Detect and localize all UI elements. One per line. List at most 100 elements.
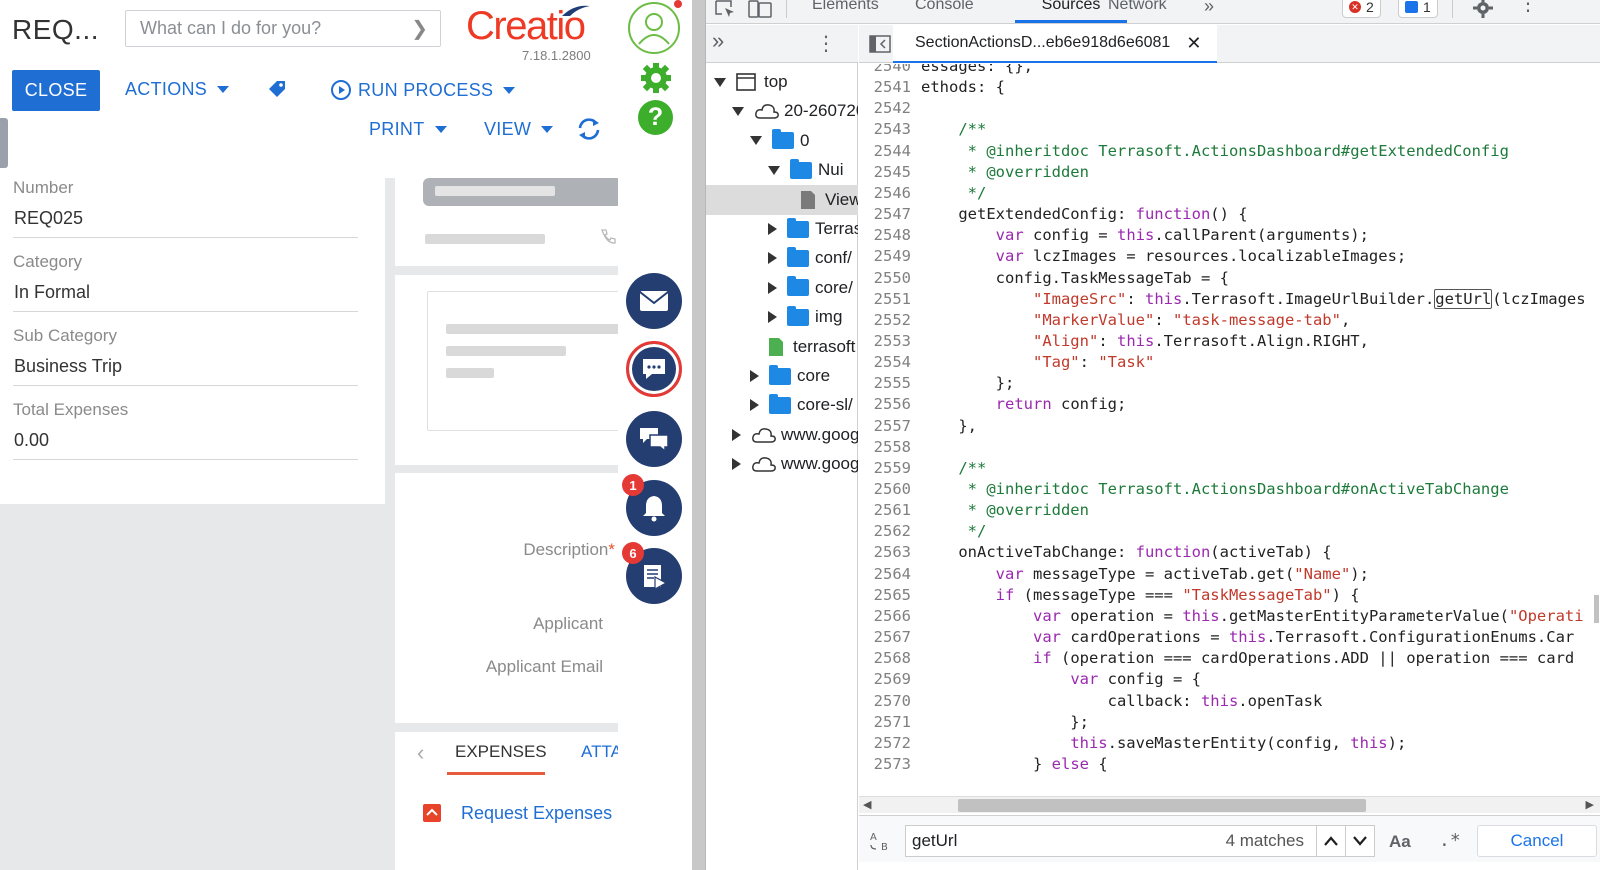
code-line[interactable]: 2540 essages: {}, — [859, 64, 1600, 77]
gear-icon[interactable] — [638, 60, 674, 101]
inspect-icon[interactable] — [714, 0, 736, 18]
line-number[interactable]: 2540 — [859, 64, 915, 77]
expanded-triangle-icon[interactable] — [750, 136, 762, 146]
code-line[interactable]: 2567 var cardOperations = this.Terrasoft… — [859, 627, 1600, 648]
feed-button[interactable]: 6 — [622, 542, 682, 604]
line-number[interactable]: 2566 — [859, 606, 915, 627]
message-count-badge[interactable]: 1 — [1398, 0, 1438, 18]
navigator-item[interactable]: 20-260720 — [706, 96, 858, 126]
code-line[interactable]: 2563 onActiveTabChange: function(activeT… — [859, 542, 1600, 563]
collapsed-triangle-icon[interactable] — [732, 428, 741, 441]
navigator-item[interactable]: core — [706, 361, 858, 391]
line-number[interactable]: 2561 — [859, 500, 915, 521]
device-toolbar-icon[interactable] — [748, 0, 772, 18]
tab-expenses[interactable]: EXPENSES — [455, 742, 547, 762]
code-line[interactable]: 2558 — [859, 437, 1600, 458]
collapsed-triangle-icon[interactable] — [750, 399, 759, 412]
navigator-item[interactable]: top — [706, 67, 858, 97]
line-number[interactable]: 2573 — [859, 754, 915, 775]
navigator-item[interactable]: ViewModule — [706, 184, 858, 215]
vertical-scroll-thumb[interactable] — [1594, 595, 1599, 623]
tag-button[interactable] — [266, 78, 288, 100]
code-line[interactable]: 2570 callback: this.openTask — [859, 691, 1600, 712]
code-line[interactable]: 2568 if (operation === cardOperations.AD… — [859, 648, 1600, 669]
code-line[interactable]: 2555 }; — [859, 373, 1600, 394]
navigator-item[interactable]: Terrasoft — [706, 214, 858, 244]
replace-toggle-icon[interactable]: A B — [869, 830, 895, 852]
navigator-item[interactable]: www.google — [706, 449, 858, 479]
tab-network[interactable]: Network — [1108, 0, 1167, 14]
code-line[interactable]: 2560 * @inheritdoc Terrasoft.ActionsDash… — [859, 479, 1600, 500]
email-button[interactable] — [626, 273, 682, 329]
line-number[interactable]: 2543 — [859, 119, 915, 140]
code-line[interactable]: 2542 — [859, 98, 1600, 119]
code-line[interactable]: 2559 /** — [859, 458, 1600, 479]
line-number[interactable]: 2547 — [859, 204, 915, 225]
code-line[interactable]: 2569 var config = { — [859, 669, 1600, 690]
line-number[interactable]: 2560 — [859, 479, 915, 500]
line-number[interactable]: 2569 — [859, 669, 915, 690]
expanded-triangle-icon[interactable] — [714, 77, 726, 87]
collapsed-triangle-icon[interactable] — [768, 281, 777, 294]
horizontal-scrollbar[interactable]: ◀ ▶ — [859, 796, 1600, 813]
regex-button[interactable]: .* — [1439, 830, 1461, 851]
error-count-badge[interactable]: ✕ 2 — [1342, 0, 1381, 18]
notifications-button[interactable]: 1 — [622, 474, 682, 536]
line-number[interactable]: 2559 — [859, 458, 915, 479]
code-line[interactable]: 2557 }, — [859, 416, 1600, 437]
line-number[interactable]: 2572 — [859, 733, 915, 754]
refresh-button[interactable] — [575, 116, 603, 142]
code-line[interactable]: 2548 var config = this.callParent(argume… — [859, 225, 1600, 246]
tab-attachments[interactable]: ATTA — [581, 742, 618, 762]
help-icon[interactable]: ? — [638, 100, 673, 135]
code-line[interactable]: 2571 }; — [859, 712, 1600, 733]
navigator-item[interactable]: www.google — [706, 420, 858, 450]
close-button[interactable]: CLOSE — [12, 70, 100, 111]
code-line[interactable]: 2561 * @overridden — [859, 500, 1600, 521]
cancel-button[interactable]: Cancel — [1477, 825, 1597, 857]
open-file-tab[interactable]: SectionActionsD...eb6e918d6e6081 ✕ — [893, 25, 1217, 63]
chevron-right-icon[interactable]: ❯ — [411, 16, 428, 41]
detail-title[interactable]: Request Expenses — [461, 803, 612, 824]
match-case-button[interactable]: Aa — [1389, 832, 1411, 852]
conversation-button[interactable] — [626, 411, 682, 467]
command-line[interactable]: ❯ — [125, 10, 441, 47]
code-line[interactable]: 2556 return config; — [859, 394, 1600, 415]
category-field[interactable]: Category In Formal — [13, 252, 358, 312]
line-number[interactable]: 2544 — [859, 141, 915, 162]
code-area[interactable]: 2540 essages: {}, 2541 ethods: {2542 2543 /*… — [859, 64, 1600, 796]
actions-button[interactable]: ACTIONS — [125, 79, 230, 100]
line-number[interactable]: 2551 — [859, 289, 915, 310]
line-number[interactable]: 2555 — [859, 373, 915, 394]
find-input-box[interactable]: 4 matches — [905, 825, 1317, 857]
panel-handle[interactable] — [0, 118, 8, 168]
code-line[interactable]: 2550 config.TaskMessageTab = { — [859, 268, 1600, 289]
collapsed-triangle-icon[interactable] — [768, 311, 777, 324]
navigator-item[interactable]: terrasoft — [706, 332, 858, 362]
line-number[interactable]: 2541 — [859, 77, 915, 98]
scroll-left-icon[interactable]: ◀ — [863, 798, 871, 811]
line-number[interactable]: 2558 — [859, 437, 915, 458]
code-line[interactable]: 2547 getExtendedConfig: function() { — [859, 204, 1600, 225]
scroll-right-icon[interactable]: ▶ — [1586, 798, 1594, 811]
navigator-item[interactable]: img — [706, 302, 858, 332]
split-divider[interactable] — [692, 0, 705, 870]
line-number[interactable]: 2553 — [859, 331, 915, 352]
settings-gear-icon[interactable] — [1473, 0, 1493, 18]
more-tabs-icon[interactable]: » — [1204, 0, 1214, 17]
line-number[interactable]: 2542 — [859, 98, 915, 119]
code-line[interactable]: 2572 this.saveMasterEntity(config, this)… — [859, 733, 1600, 754]
line-number[interactable]: 2570 — [859, 691, 915, 712]
navigator-menu-icon[interactable]: ⋮ — [816, 31, 836, 56]
navigator-item[interactable]: core/ — [706, 273, 858, 303]
line-number[interactable]: 2548 — [859, 225, 915, 246]
expanded-triangle-icon[interactable] — [768, 165, 780, 175]
line-number[interactable]: 2556 — [859, 394, 915, 415]
code-line[interactable]: 2553 "Align": this.Terrasoft.Align.RIGHT… — [859, 331, 1600, 352]
code-line[interactable]: 2541 ethods: { — [859, 77, 1600, 98]
number-field[interactable]: Number REQ025 — [13, 178, 358, 238]
navigator-item[interactable]: conf/ — [706, 243, 858, 273]
line-number[interactable]: 2568 — [859, 648, 915, 669]
line-number[interactable]: 2550 — [859, 268, 915, 289]
code-line[interactable]: 2573 } else { — [859, 754, 1600, 775]
